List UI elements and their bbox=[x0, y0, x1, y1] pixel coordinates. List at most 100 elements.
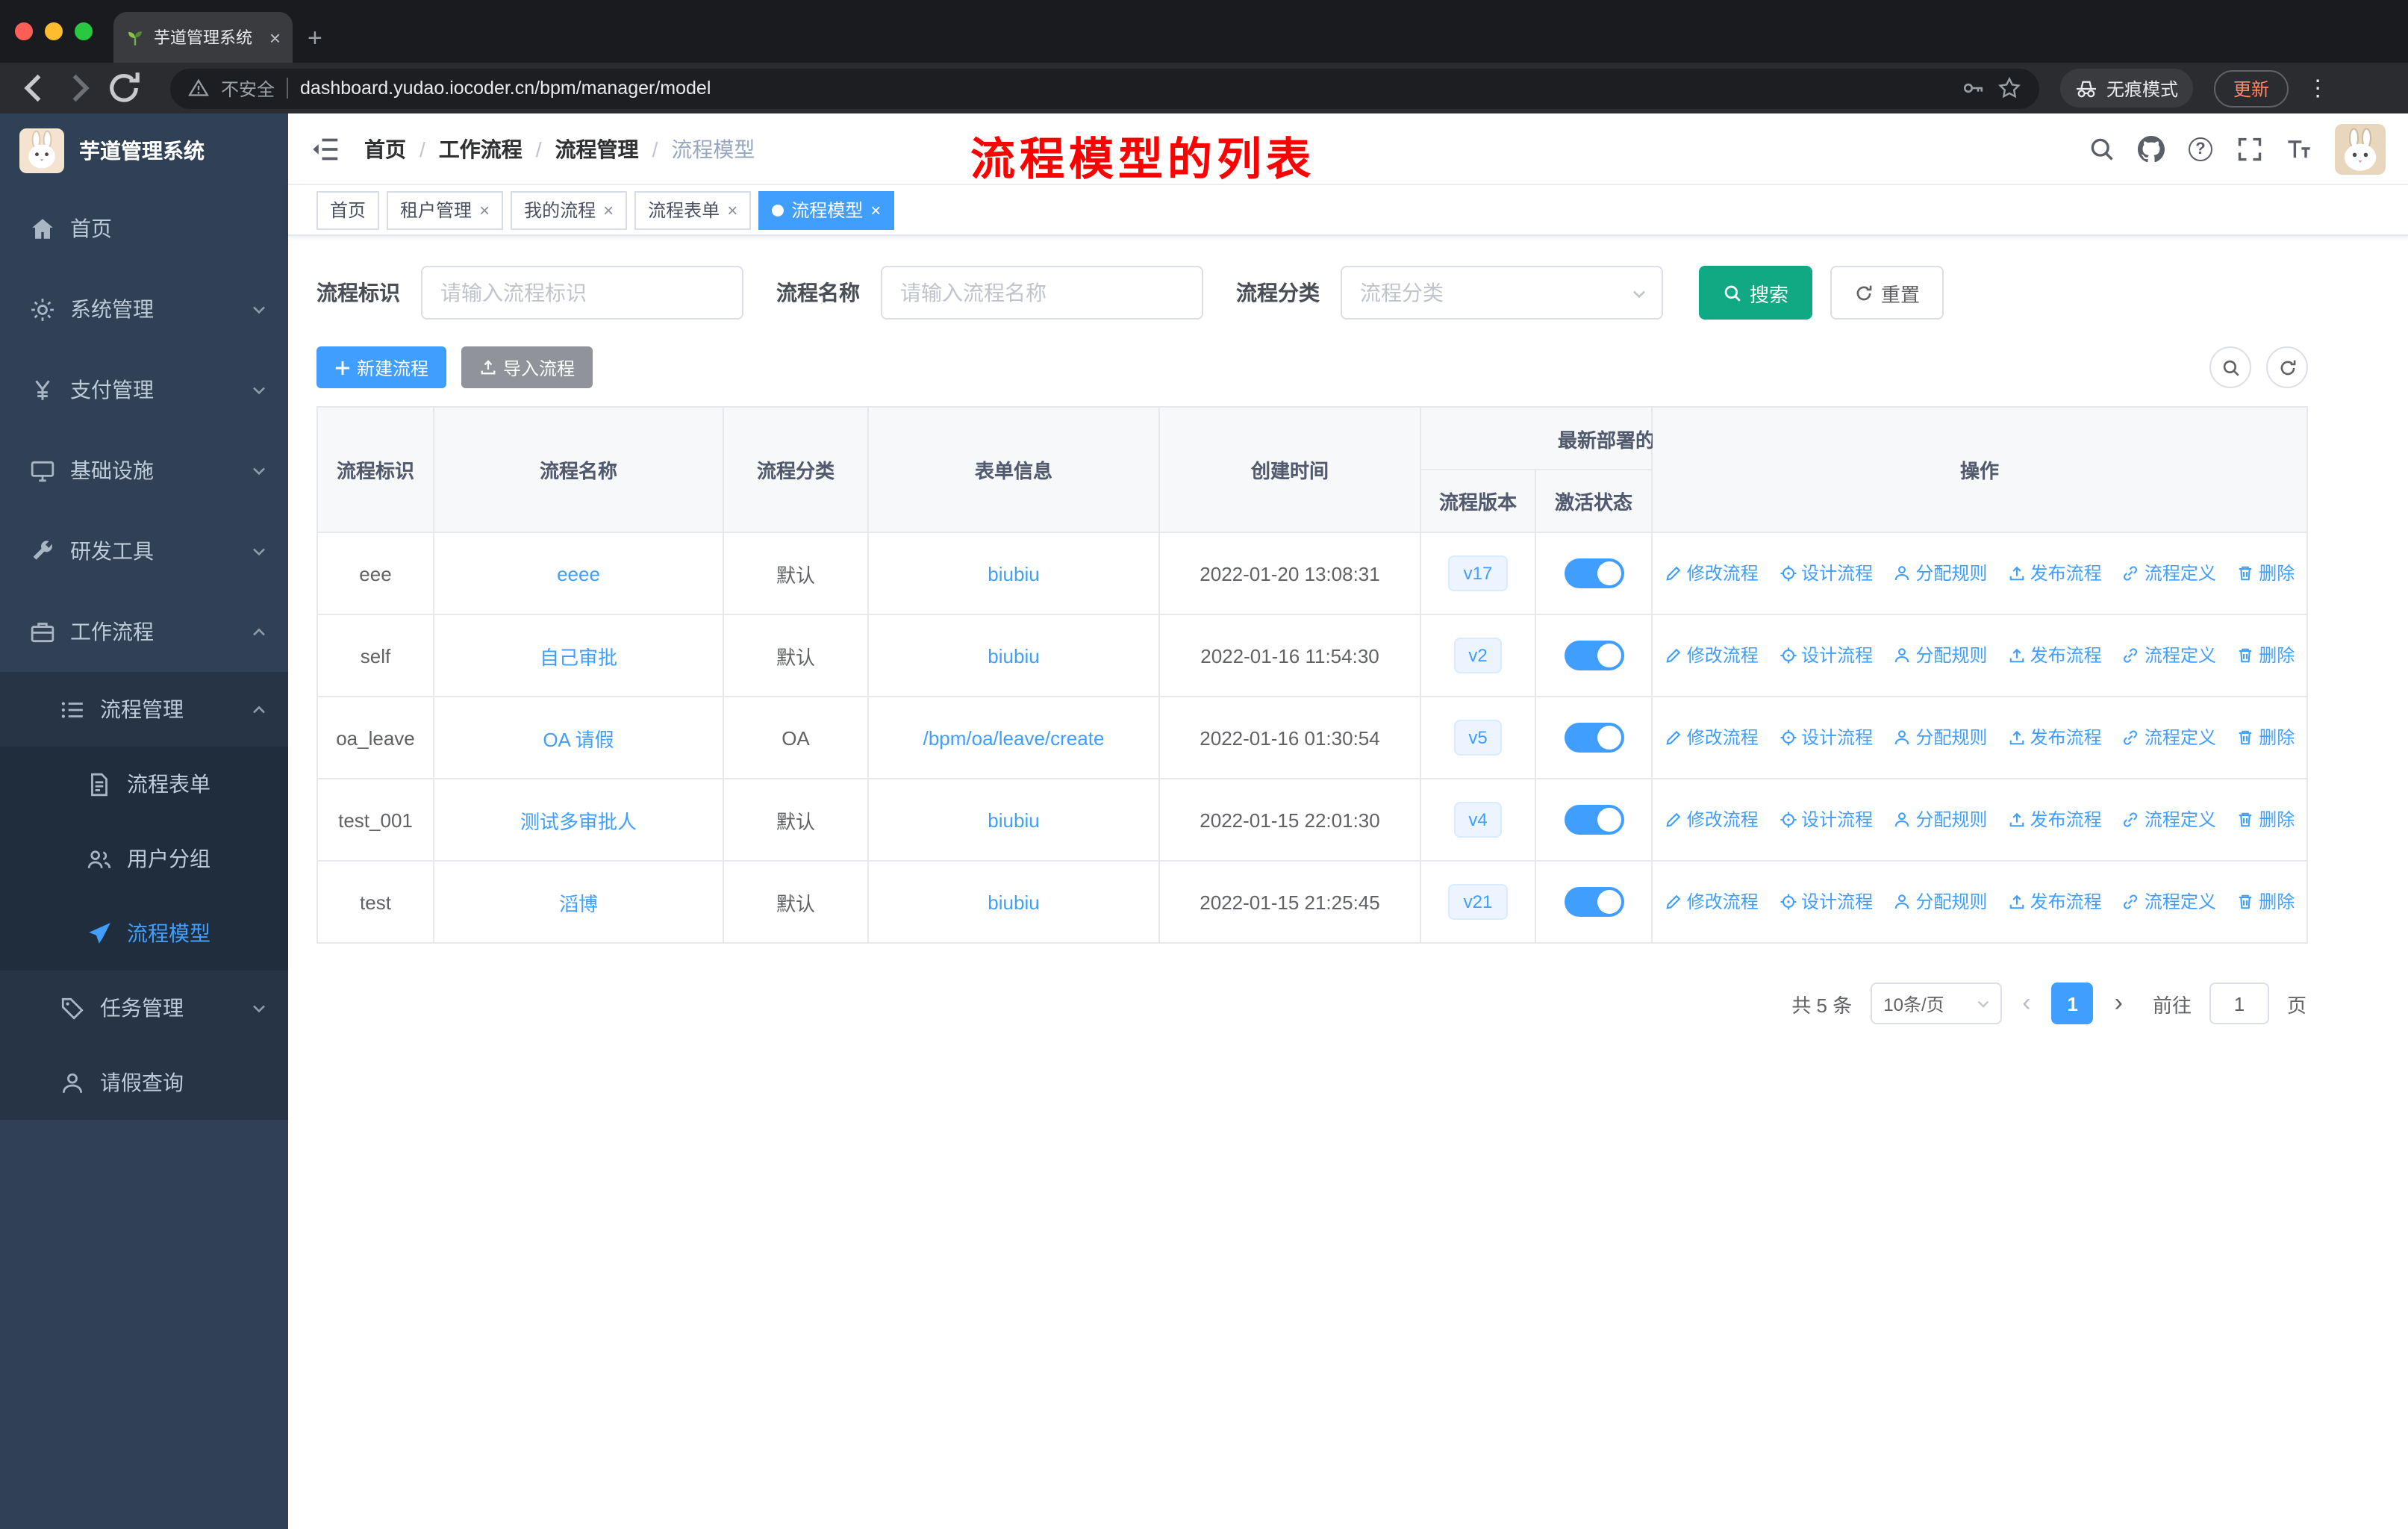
breadcrumb-process-mgmt[interactable]: 流程管理 bbox=[555, 134, 639, 164]
activation-toggle[interactable] bbox=[1564, 558, 1623, 588]
close-window-button[interactable] bbox=[15, 22, 33, 40]
modify-process-link[interactable]: 修改流程 bbox=[1665, 889, 1759, 915]
process-category-select[interactable]: 流程分类 bbox=[1341, 266, 1663, 320]
sidebar-item-workflow[interactable]: 工作流程 bbox=[0, 591, 288, 672]
process-definition-link[interactable]: 流程定义 bbox=[2122, 807, 2216, 832]
create-process-button[interactable]: 新建流程 bbox=[316, 346, 447, 388]
modify-process-link[interactable]: 修改流程 bbox=[1665, 725, 1759, 750]
goto-page-input[interactable] bbox=[2209, 983, 2269, 1024]
bookmark-star-icon[interactable] bbox=[1997, 76, 2021, 100]
close-icon[interactable]: × bbox=[727, 199, 737, 220]
tag-process-form[interactable]: 流程表单 × bbox=[634, 190, 752, 229]
delete-link[interactable]: 删除 bbox=[2236, 561, 2295, 586]
process-definition-link[interactable]: 流程定义 bbox=[2122, 561, 2216, 586]
sidebar-item-leave-query[interactable]: 请假查询 bbox=[0, 1045, 288, 1120]
fullscreen-icon[interactable] bbox=[2236, 136, 2263, 163]
tag-home[interactable]: 首页 bbox=[316, 190, 380, 229]
process-name-link[interactable]: OA 请假 bbox=[543, 728, 614, 750]
process-name-link[interactable]: 自己审批 bbox=[540, 646, 617, 668]
sidebar-item-devtools[interactable]: 研发工具 bbox=[0, 511, 288, 591]
back-icon[interactable] bbox=[15, 69, 54, 108]
design-process-link[interactable]: 设计流程 bbox=[1779, 889, 1873, 915]
design-process-link[interactable]: 设计流程 bbox=[1779, 643, 1873, 668]
breadcrumb-workflow[interactable]: 工作流程 bbox=[439, 134, 523, 164]
minimize-window-button[interactable] bbox=[45, 22, 63, 40]
avatar[interactable] bbox=[2335, 124, 2386, 175]
modify-process-link[interactable]: 修改流程 bbox=[1665, 561, 1759, 586]
close-icon[interactable]: × bbox=[603, 199, 614, 220]
design-process-link[interactable]: 设计流程 bbox=[1779, 807, 1873, 832]
delete-link[interactable]: 删除 bbox=[2236, 725, 2295, 750]
sidebar-item-process-form[interactable]: 流程表单 bbox=[0, 747, 288, 821]
activation-toggle[interactable] bbox=[1564, 723, 1623, 753]
assign-rule-link[interactable]: 分配规则 bbox=[1893, 725, 1987, 750]
zoom-window-button[interactable] bbox=[75, 22, 93, 40]
refresh-table-button[interactable] bbox=[2266, 346, 2308, 388]
form-info-link[interactable]: biubiu bbox=[988, 644, 1039, 667]
form-info-link[interactable]: biubiu bbox=[988, 562, 1039, 585]
reset-button[interactable]: 重置 bbox=[1830, 266, 1944, 320]
form-info-link[interactable]: biubiu bbox=[988, 809, 1039, 831]
sidebar-item-process-model[interactable]: 流程模型 bbox=[0, 896, 288, 971]
security-label[interactable]: 不安全 bbox=[221, 75, 275, 101]
sidebar-item-task-mgmt[interactable]: 任务管理 bbox=[0, 971, 288, 1045]
process-definition-link[interactable]: 流程定义 bbox=[2122, 643, 2216, 668]
publish-process-link[interactable]: 发布流程 bbox=[2008, 807, 2102, 832]
breadcrumb-home[interactable]: 首页 bbox=[364, 134, 406, 164]
process-name-link[interactable]: 测试多审批人 bbox=[520, 810, 637, 832]
form-info-link[interactable]: /bpm/oa/leave/create bbox=[923, 726, 1105, 749]
close-icon[interactable]: × bbox=[870, 199, 881, 220]
sidebar-item-user-group[interactable]: 用户分组 bbox=[0, 821, 288, 896]
process-name-input[interactable] bbox=[881, 266, 1203, 320]
process-definition-link[interactable]: 流程定义 bbox=[2122, 889, 2216, 915]
page-size-select[interactable]: 10条/页 bbox=[1870, 983, 2002, 1024]
tab-close-icon[interactable]: × bbox=[269, 26, 281, 49]
address-bar[interactable]: 不安全 dashboard.yudao.iocoder.cn/bpm/manag… bbox=[170, 68, 2039, 108]
import-process-button[interactable]: 导入流程 bbox=[461, 346, 593, 388]
browser-tab[interactable]: 芋道管理系统 × bbox=[113, 12, 293, 63]
publish-process-link[interactable]: 发布流程 bbox=[2008, 725, 2102, 750]
browser-menu-icon[interactable]: ⋮ bbox=[2306, 75, 2329, 102]
tag-process-model[interactable]: 流程模型 × bbox=[758, 190, 895, 229]
sidebar-fold-icon[interactable] bbox=[311, 134, 340, 164]
activation-toggle[interactable] bbox=[1564, 805, 1623, 835]
font-size-icon[interactable] bbox=[2286, 136, 2312, 163]
sidebar-item-infra[interactable]: 基础设施 bbox=[0, 430, 288, 511]
new-tab-button[interactable]: + bbox=[308, 24, 322, 54]
modify-process-link[interactable]: 修改流程 bbox=[1665, 643, 1759, 668]
publish-process-link[interactable]: 发布流程 bbox=[2008, 561, 2102, 586]
activation-toggle[interactable] bbox=[1564, 641, 1623, 670]
sidebar-item-payment[interactable]: 支付管理 bbox=[0, 349, 288, 430]
toggle-search-button[interactable] bbox=[2209, 346, 2251, 388]
github-icon[interactable] bbox=[2138, 136, 2165, 163]
close-icon[interactable]: × bbox=[479, 199, 490, 220]
forward-icon[interactable] bbox=[60, 69, 99, 108]
reload-icon[interactable] bbox=[105, 69, 143, 108]
activation-toggle[interactable] bbox=[1564, 887, 1623, 917]
form-info-link[interactable]: biubiu bbox=[988, 891, 1039, 913]
design-process-link[interactable]: 设计流程 bbox=[1779, 725, 1873, 750]
publish-process-link[interactable]: 发布流程 bbox=[2008, 889, 2102, 915]
app-logo[interactable]: 芋道管理系统 bbox=[0, 113, 288, 188]
design-process-link[interactable]: 设计流程 bbox=[1779, 561, 1873, 586]
delete-link[interactable]: 删除 bbox=[2236, 643, 2295, 668]
process-name-link[interactable]: 滔博 bbox=[559, 892, 598, 915]
page-number-1[interactable]: 1 bbox=[2051, 983, 2094, 1024]
sidebar-item-home[interactable]: 首页 bbox=[0, 188, 288, 269]
sidebar-item-process-mgmt[interactable]: 流程管理 bbox=[0, 672, 288, 747]
assign-rule-link[interactable]: 分配规则 bbox=[1893, 643, 1987, 668]
assign-rule-link[interactable]: 分配规则 bbox=[1893, 889, 1987, 915]
publish-process-link[interactable]: 发布流程 bbox=[2008, 643, 2102, 668]
delete-link[interactable]: 删除 bbox=[2236, 889, 2295, 915]
search-button[interactable]: 搜索 bbox=[1699, 266, 1813, 320]
tag-tenant-mgmt[interactable]: 租户管理 × bbox=[387, 190, 504, 229]
help-icon[interactable]: ? bbox=[2187, 136, 2214, 163]
process-definition-link[interactable]: 流程定义 bbox=[2122, 725, 2216, 750]
search-icon[interactable] bbox=[2089, 136, 2115, 163]
modify-process-link[interactable]: 修改流程 bbox=[1665, 807, 1759, 832]
process-id-input[interactable] bbox=[421, 266, 743, 320]
assign-rule-link[interactable]: 分配规则 bbox=[1893, 561, 1987, 586]
tag-my-process[interactable]: 我的流程 × bbox=[511, 190, 628, 229]
update-button[interactable]: 更新 bbox=[2214, 69, 2289, 107]
sidebar-item-system[interactable]: 系统管理 bbox=[0, 269, 288, 349]
